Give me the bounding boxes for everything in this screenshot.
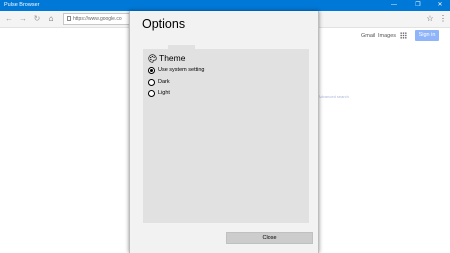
sign-in-button[interactable]: Sign in: [415, 30, 439, 41]
radio-system-setting[interactable]: [148, 67, 155, 74]
gmail-link[interactable]: Gmail: [361, 33, 375, 39]
settings-panel: Theme Use system setting Dark Light: [143, 49, 309, 223]
minimize-button[interactable]: —: [386, 0, 402, 11]
radio-label: Use system setting: [158, 67, 205, 73]
title-bar: Pulse Browser — ❐ ✕: [0, 0, 450, 11]
radio-label: Dark: [158, 79, 170, 85]
close-button[interactable]: Close: [226, 232, 313, 244]
dialog-title: Options: [142, 17, 186, 31]
close-window-button[interactable]: ✕: [432, 0, 448, 11]
options-dialog: Options History Settings Theme Use syste…: [129, 11, 319, 253]
menu-icon[interactable]: ⋮: [437, 13, 449, 25]
advanced-search-link[interactable]: Advanced search: [318, 94, 349, 99]
radio-label: Light: [158, 90, 170, 96]
palette-icon: [148, 54, 157, 63]
forward-icon[interactable]: →: [17, 13, 29, 25]
radio-dark[interactable]: [148, 79, 155, 86]
home-icon[interactable]: ⌂: [45, 13, 57, 25]
refresh-icon[interactable]: ↻: [31, 13, 43, 25]
radio-light[interactable]: [148, 90, 155, 97]
page-icon: [67, 16, 71, 21]
back-icon[interactable]: ←: [3, 13, 15, 25]
maximize-button[interactable]: ❐: [410, 0, 426, 11]
favorite-icon[interactable]: ☆: [424, 13, 436, 25]
apps-grid-icon[interactable]: [400, 32, 407, 39]
images-link[interactable]: Images: [378, 33, 396, 39]
address-value: https://www.google.co: [73, 16, 122, 22]
window-title: Pulse Browser: [4, 2, 40, 8]
theme-heading: Theme: [159, 53, 186, 63]
address-bar[interactable]: https://www.google.co: [63, 13, 133, 25]
